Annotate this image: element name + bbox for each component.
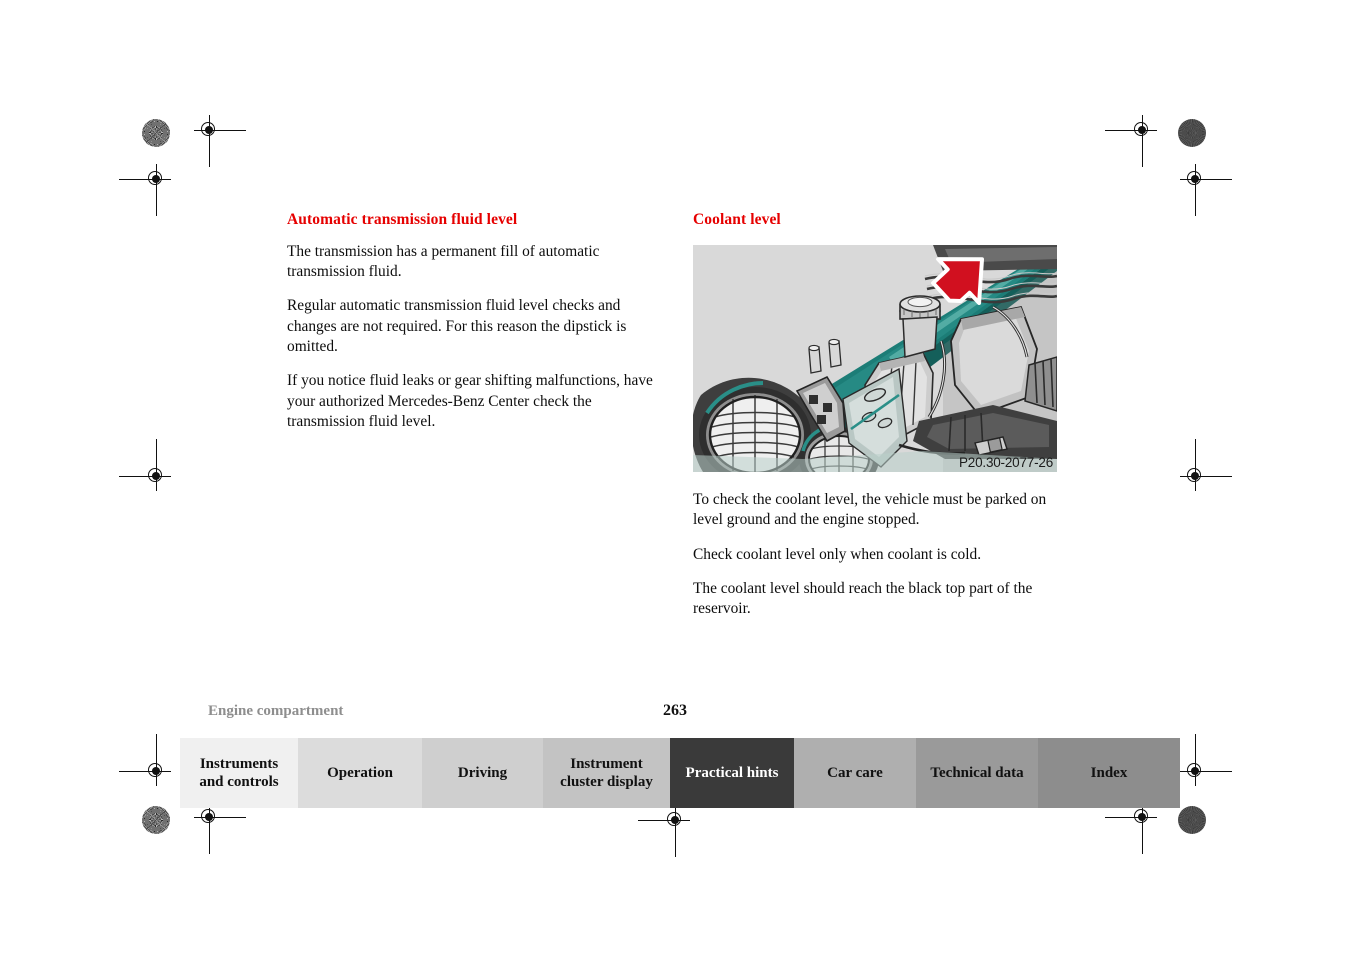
paragraph-coolant-1: To check the coolant level, the vehicle … <box>693 491 1047 529</box>
rosette-mark-top-right <box>1178 119 1206 147</box>
tab-practical-hints[interactable]: Practical hints <box>670 738 794 808</box>
trim-line-vertical-left-bottom <box>0 159 1 237</box>
tab-label: Technical data <box>930 764 1024 781</box>
registration-target-top-right-inner <box>1105 115 1157 167</box>
tab-technical-data[interactable]: Technical data <box>916 738 1038 808</box>
tab-label: Car care <box>827 764 883 781</box>
paragraph-transmission-2: Regular automatic transmission fluid lev… <box>287 297 627 356</box>
rosette-mark-top-left <box>142 119 170 147</box>
engine-bay-diagram <box>693 245 1057 472</box>
registration-target-bottom-center <box>638 805 690 857</box>
registration-target-top-left-outer <box>119 164 171 216</box>
tab-operation[interactable]: Operation <box>298 738 422 808</box>
running-head: Engine compartment <box>208 703 344 719</box>
tab-instrument-cluster-display[interactable]: Instrument cluster display <box>543 738 670 808</box>
trim-line-horizontal-left-top <box>0 78 74 79</box>
paragraph-transmission-1: The transmission has a permanent fill of… <box>287 242 600 281</box>
page-title: Automatic transmission fluid level <box>287 211 518 228</box>
registration-target-bottom-left-outer <box>119 734 171 786</box>
rosette-mark-bottom-right <box>1178 806 1206 834</box>
manual-page: Automatic transmission fluid level The t… <box>0 0 1351 954</box>
registration-target-top-right-outer <box>1180 164 1232 216</box>
tab-driving[interactable]: Driving <box>422 738 543 808</box>
tab-label: Index <box>1090 764 1128 781</box>
trim-line-vertical-right-bottom <box>0 239 1 317</box>
registration-target-bottom-right-outer <box>1180 734 1232 786</box>
engine-compartment-illustration: P20.30-2077-26 <box>693 245 1057 472</box>
paragraph-coolant-2: Check coolant level only when coolant is… <box>693 545 982 563</box>
left-content-column: Automatic transmission fluid level The t… <box>287 211 659 432</box>
print-marks-layer <box>0 0 1351 857</box>
page-number: 263 <box>663 702 687 719</box>
coolant-level-heading: Coolant level <box>693 211 781 228</box>
trim-line-horizontal-left-bottom <box>0 158 74 159</box>
tab-label: Instrument cluster display <box>560 755 653 790</box>
paragraph-coolant-3: The coolant level should reach the black… <box>693 579 1033 618</box>
trim-line-vertical-right-top <box>0 79 1 157</box>
registration-target-top-left-inner <box>194 115 246 167</box>
tab-index[interactable]: Index <box>1038 738 1180 808</box>
right-content-column: Coolant level <box>693 211 1059 242</box>
tab-instruments-and-controls[interactable]: Instruments and controls <box>180 738 298 808</box>
rosette-mark-bottom-left <box>142 806 170 834</box>
registration-target-middle-right <box>1180 439 1232 491</box>
tab-car-care[interactable]: Car care <box>794 738 916 808</box>
trim-line-horizontal-right-bottom <box>0 238 74 239</box>
tab-label: Instruments and controls <box>199 755 279 790</box>
registration-target-middle-left <box>119 439 171 491</box>
trim-line-vertical-left-top <box>0 0 1 78</box>
coolant-body-text: To check the coolant level, the vehicle … <box>693 490 1059 620</box>
tab-label: Operation <box>327 764 393 781</box>
tab-label: Driving <box>457 764 508 781</box>
chapter-tab-bar: Instruments and controls Operation Drivi… <box>180 738 1180 808</box>
paragraph-transmission-3: If you notice fluid leaks or gear shifti… <box>287 372 653 431</box>
tab-label: Practical hints <box>685 764 779 781</box>
